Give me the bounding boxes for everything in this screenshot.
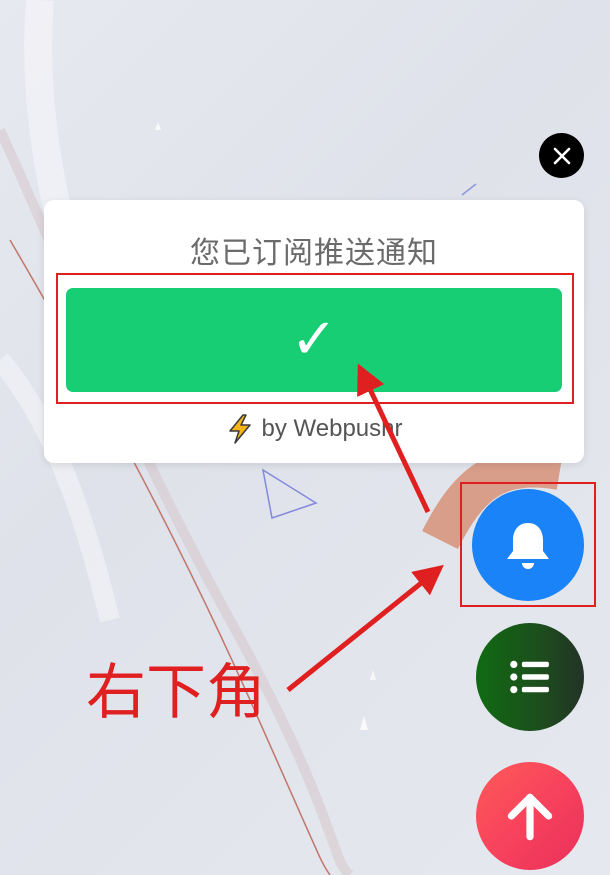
close-icon <box>553 147 570 164</box>
powered-by-text: by Webpushr <box>261 415 403 442</box>
powered-by[interactable]: by Webpushr <box>44 414 584 444</box>
subscription-popup: 您已订阅推送通知 ✓ by Webpushr <box>44 200 584 463</box>
popup-title: 您已订阅推送通知 <box>190 236 438 271</box>
annotation-label: 右下角 <box>86 658 266 728</box>
check-icon: ✓ <box>290 307 338 372</box>
arrow-up-icon <box>507 793 553 841</box>
bell-icon <box>507 523 549 569</box>
back-to-top-button[interactable] <box>476 762 584 870</box>
subscribed-button[interactable]: ✓ <box>66 288 562 392</box>
menu-list-button[interactable] <box>476 623 584 731</box>
notification-bell-button[interactable] <box>472 489 584 601</box>
lightning-bolt-icon <box>226 414 254 444</box>
list-icon <box>510 660 549 694</box>
close-button[interactable] <box>539 133 584 178</box>
